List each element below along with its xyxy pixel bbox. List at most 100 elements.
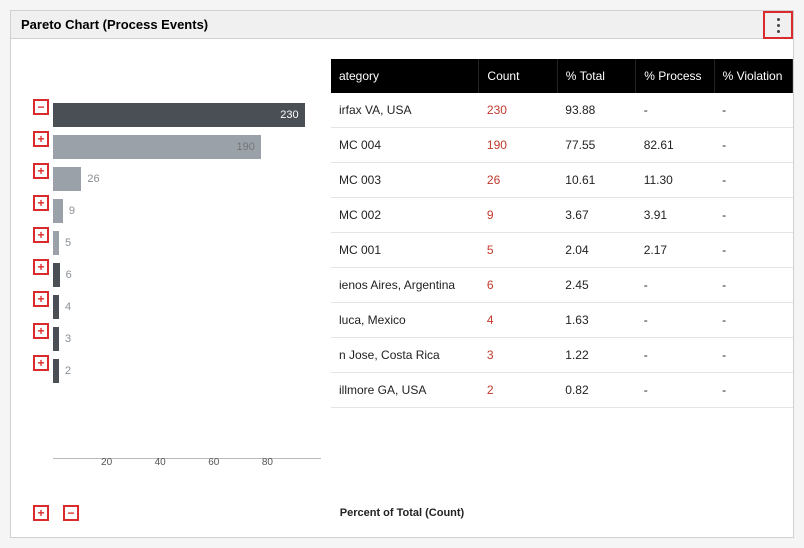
pareto-panel: Pareto Chart (Process Events) −++++++++ … xyxy=(10,10,794,538)
cell-count: 2 xyxy=(479,373,557,408)
expand-toggle[interactable]: − xyxy=(33,99,49,115)
col-pct-viol[interactable]: % Violation xyxy=(714,59,792,93)
bar[interactable]: 230 xyxy=(53,103,305,127)
cell-category: MC 001 xyxy=(331,233,479,268)
expand-toggle[interactable]: + xyxy=(33,131,49,147)
expand-toggle[interactable]: + xyxy=(33,227,49,243)
expand-all-button[interactable]: + xyxy=(33,505,49,521)
x-tick: 80 xyxy=(262,457,273,468)
bar-row: 4 xyxy=(53,291,321,323)
bar-value-label: 2 xyxy=(65,365,71,377)
cell-pct-total: 1.63 xyxy=(557,303,635,338)
cell-pct-process: - xyxy=(636,93,714,128)
cell-pct-total: 10.61 xyxy=(557,163,635,198)
table-row[interactable]: MC 00419077.5582.61- xyxy=(331,128,793,163)
bar[interactable] xyxy=(53,327,59,351)
bar-row: 2 xyxy=(53,355,321,387)
table-row[interactable]: irfax VA, USA23093.88-- xyxy=(331,93,793,128)
panel-body: −++++++++ 23019026956432 20406080 +− ate… xyxy=(11,39,793,537)
panel-title: Pareto Chart (Process Events) xyxy=(11,11,793,39)
x-axis-title: Percent of Total (Count) xyxy=(340,507,464,519)
bar-row: 9 xyxy=(53,195,321,227)
panel-title-text: Pareto Chart (Process Events) xyxy=(21,17,208,32)
expand-toggle[interactable]: + xyxy=(33,291,49,307)
bar[interactable] xyxy=(53,167,81,191)
expand-toggle[interactable]: + xyxy=(33,355,49,371)
table-wrap: ategory Count % Total % Process % Violat… xyxy=(331,39,793,537)
table-row[interactable]: illmore GA, USA20.82-- xyxy=(331,373,793,408)
expand-column: − + + + + + + + + xyxy=(33,99,49,387)
table-row[interactable]: luca, Mexico41.63-- xyxy=(331,303,793,338)
cell-category: illmore GA, USA xyxy=(331,373,479,408)
cell-pct-process: 3.91 xyxy=(636,198,714,233)
table-row[interactable]: MC 0032610.6111.30- xyxy=(331,163,793,198)
col-count[interactable]: Count xyxy=(479,59,557,93)
bar[interactable] xyxy=(53,199,63,223)
bar-container: 230 190 26 9 5 6 4 3 2 xyxy=(53,99,321,459)
chart-area: −++++++++ 23019026956432 20406080 +− xyxy=(11,39,331,537)
cell-pct-process: - xyxy=(636,303,714,338)
cell-category: MC 002 xyxy=(331,198,479,233)
cell-pct-violation: - xyxy=(714,93,792,128)
cell-pct-violation: - xyxy=(714,163,792,198)
cell-count: 4 xyxy=(479,303,557,338)
bar[interactable]: 190 xyxy=(53,135,261,159)
cell-category: MC 004 xyxy=(331,128,479,163)
table-row[interactable]: MC 00293.673.91- xyxy=(331,198,793,233)
cell-pct-process: 2.17 xyxy=(636,233,714,268)
cell-pct-process: 82.61 xyxy=(636,128,714,163)
cell-pct-total: 77.55 xyxy=(557,128,635,163)
x-tick: 20 xyxy=(101,457,112,468)
bar-row: 230 xyxy=(53,99,321,131)
cell-pct-total: 0.82 xyxy=(557,373,635,408)
col-category[interactable]: ategory xyxy=(331,59,479,93)
col-pct-total[interactable]: % Total xyxy=(557,59,635,93)
cell-pct-violation: - xyxy=(714,338,792,373)
bar-row: 26 xyxy=(53,163,321,195)
bar-value-label: 3 xyxy=(65,333,71,345)
kebab-menu-button[interactable] xyxy=(763,11,793,39)
footer-buttons: +− xyxy=(33,505,79,521)
cell-count: 190 xyxy=(479,128,557,163)
bar-row: 190 xyxy=(53,131,321,163)
table-body: irfax VA, USA23093.88--MC 00419077.5582.… xyxy=(331,93,793,408)
cell-count: 230 xyxy=(479,93,557,128)
cell-category: MC 003 xyxy=(331,163,479,198)
cell-category: irfax VA, USA xyxy=(331,93,479,128)
cell-category: n Jose, Costa Rica xyxy=(331,338,479,373)
bar-value-label: 6 xyxy=(66,269,72,281)
expand-toggle[interactable]: + xyxy=(33,163,49,179)
bar[interactable] xyxy=(53,295,59,319)
cell-pct-process: - xyxy=(636,338,714,373)
cell-pct-violation: - xyxy=(714,233,792,268)
table-row[interactable]: MC 00152.042.17- xyxy=(331,233,793,268)
x-axis: 20 40 60 80 xyxy=(53,457,321,477)
bar-value-label: 4 xyxy=(65,301,71,313)
cell-pct-process: - xyxy=(636,268,714,303)
collapse-all-button[interactable]: − xyxy=(63,505,79,521)
cell-count: 9 xyxy=(479,198,557,233)
table-row[interactable]: ienos Aires, Argentina62.45-- xyxy=(331,268,793,303)
cell-category: ienos Aires, Argentina xyxy=(331,268,479,303)
cell-pct-process: 11.30 xyxy=(636,163,714,198)
bar[interactable] xyxy=(53,359,59,383)
x-tick: 40 xyxy=(155,457,166,468)
cell-pct-process: - xyxy=(636,373,714,408)
bar[interactable] xyxy=(53,231,59,255)
table-row[interactable]: n Jose, Costa Rica31.22-- xyxy=(331,338,793,373)
bar-value-label: 26 xyxy=(87,173,99,185)
cell-pct-total: 93.88 xyxy=(557,93,635,128)
col-pct-proc[interactable]: % Process xyxy=(636,59,714,93)
expand-toggle[interactable]: + xyxy=(33,195,49,211)
cell-category: luca, Mexico xyxy=(331,303,479,338)
expand-toggle[interactable]: + xyxy=(33,323,49,339)
cell-pct-total: 2.04 xyxy=(557,233,635,268)
x-tick: 60 xyxy=(208,457,219,468)
expand-toggle[interactable]: + xyxy=(33,259,49,275)
bar-row: 5 xyxy=(53,227,321,259)
bar-row: 6 xyxy=(53,259,321,291)
bar-value-label: 9 xyxy=(69,205,75,217)
cell-pct-total: 1.22 xyxy=(557,338,635,373)
cell-pct-violation: - xyxy=(714,373,792,408)
bar[interactable] xyxy=(53,263,60,287)
